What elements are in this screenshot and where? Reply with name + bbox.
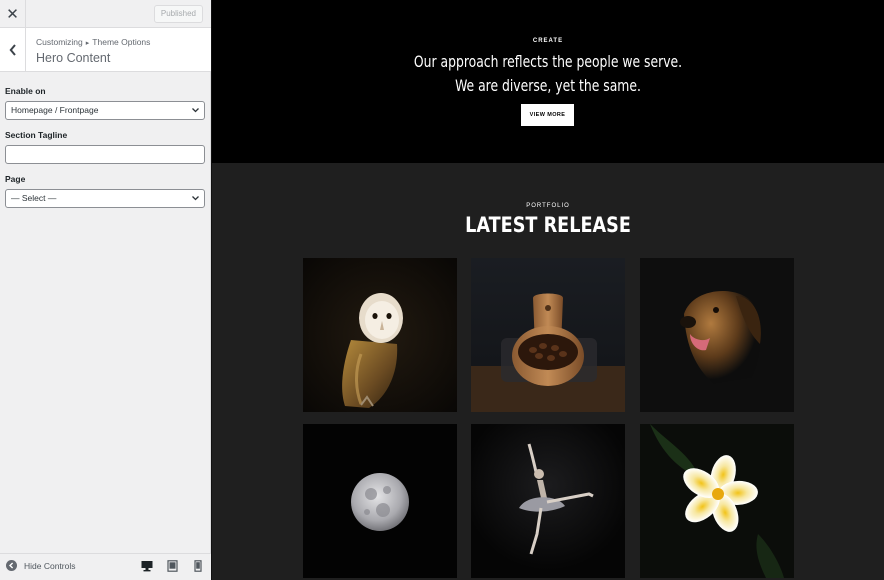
breadcrumb-arrow-icon: ▸ xyxy=(85,40,90,47)
chevron-down-icon xyxy=(192,196,199,201)
desktop-icon[interactable] xyxy=(141,560,153,572)
site-preview: CREATE Our approach reflects the people … xyxy=(212,0,884,580)
hero-title: Our approach reflects the people we serv… xyxy=(413,52,683,95)
customizer-footer: Hide Controls xyxy=(0,553,211,580)
tagline-control: Section Tagline xyxy=(5,130,205,164)
breadcrumb-parent: Customizing xyxy=(36,37,83,47)
collapse-icon xyxy=(6,560,17,571)
frangipani-image xyxy=(640,424,794,578)
hero-kicker: CREATE xyxy=(532,38,564,44)
coffee-scoop-image xyxy=(471,258,625,412)
portfolio-tile-moon[interactable] xyxy=(303,424,457,578)
page-control: Page — Select — xyxy=(5,174,205,208)
chevron-left-icon xyxy=(8,43,16,56)
mobile-icon[interactable] xyxy=(194,560,202,572)
portfolio-tile-dog[interactable] xyxy=(640,258,794,412)
hero-section: CREATE Our approach reflects the people … xyxy=(212,0,884,163)
portfolio-tile-ballerina[interactable] xyxy=(471,424,625,578)
dog-image xyxy=(640,258,794,412)
portfolio-tile-owl[interactable] xyxy=(303,258,457,412)
tablet-icon[interactable] xyxy=(167,560,178,572)
section-header: Customizing ▸ Theme Options Hero Content xyxy=(0,28,211,72)
enable-on-select[interactable]: Homepage / Frontpage xyxy=(5,101,205,120)
customizer-topbar: ✕ Published xyxy=(0,0,211,28)
portfolio-tile-frangipani[interactable] xyxy=(640,424,794,578)
page-select[interactable]: — Select — xyxy=(5,189,205,208)
close-icon[interactable]: ✕ xyxy=(0,0,26,27)
portfolio-title: LATEST RELEASE xyxy=(465,213,631,237)
customizer-sidebar: ✕ Published Customizing ▸ Theme Options He… xyxy=(0,0,211,580)
portfolio-tile-coffee[interactable] xyxy=(471,258,625,412)
breadcrumb: Customizing ▸ Theme Options xyxy=(36,37,150,47)
hide-controls-button[interactable]: Hide Controls xyxy=(6,560,76,571)
enable-on-label: Enable on xyxy=(5,86,46,96)
enable-on-control: Enable on Homepage / Frontpage xyxy=(5,86,205,120)
moon-image xyxy=(303,424,457,578)
view-more-button[interactable]: VIEW MORE xyxy=(521,104,574,126)
back-button[interactable] xyxy=(0,28,26,71)
publish-button[interactable]: Published xyxy=(153,5,203,23)
enable-on-value: Homepage / Frontpage xyxy=(11,105,99,115)
page-label: Page xyxy=(5,174,26,184)
tagline-label: Section Tagline xyxy=(5,130,68,140)
tagline-input[interactable] xyxy=(5,145,205,164)
chevron-down-icon xyxy=(192,108,199,113)
owl-image xyxy=(303,258,457,412)
page-value: — Select — xyxy=(11,193,57,203)
breadcrumb-child: Theme Options xyxy=(92,37,151,47)
hide-controls-label: Hide Controls xyxy=(24,560,76,571)
portfolio-kicker: PORTFOLIO xyxy=(526,203,570,209)
ballerina-image xyxy=(471,424,625,578)
section-title: Hero Content xyxy=(36,51,111,65)
